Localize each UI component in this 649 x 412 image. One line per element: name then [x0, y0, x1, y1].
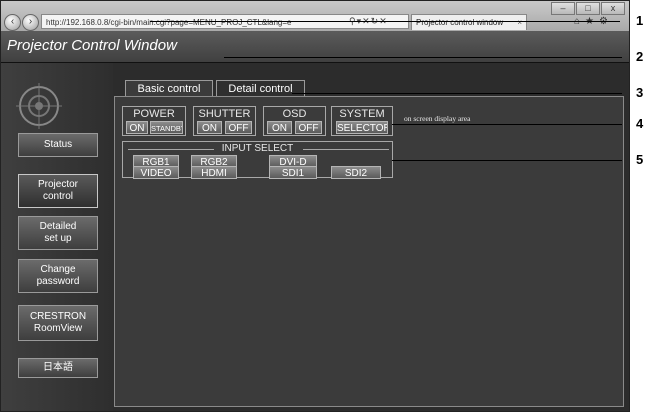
- tab-label: Basic control: [137, 83, 201, 95]
- sidebar-item-crestron-roomview[interactable]: CRESTRON RoomView: [18, 305, 98, 341]
- sidebar-item-detailed-set-up[interactable]: Detailed set up: [18, 216, 98, 250]
- sidebar-item-label: Detailed set up: [39, 221, 77, 244]
- callout-number-2: 2: [636, 49, 644, 64]
- callout-number-4: 4: [636, 116, 644, 131]
- input-hdmi-button[interactable]: HDMI: [191, 166, 237, 179]
- callout-number-1: 1: [636, 13, 644, 28]
- shutter-off-button[interactable]: OFF: [225, 121, 252, 134]
- browser-chrome: – □ x ‹ › http://192.168.0.8/cgi-bin/mai…: [1, 1, 629, 31]
- tab-label: Detail control: [228, 83, 293, 95]
- system-selector-button[interactable]: SELECTOR: [336, 121, 388, 134]
- system-label: SYSTEM: [339, 108, 385, 120]
- sidebar-item-label: Projector control: [37, 179, 78, 202]
- control-panel: POWER ON STANDBY SHUTTER ON OFF OSD ON O…: [114, 96, 624, 407]
- power-group: POWER ON STANDBY: [122, 106, 186, 136]
- sidebar-item-label: CRESTRON RoomView: [29, 311, 87, 334]
- callout-number-3: 3: [636, 85, 644, 100]
- tab-close-icon[interactable]: ×: [517, 15, 522, 31]
- projector-logo-icon: [16, 83, 62, 129]
- callout-number-5: 5: [636, 152, 644, 167]
- sidebar: Status Projector control Detailed set up…: [1, 63, 113, 411]
- tab-basic-control[interactable]: Basic control: [125, 80, 213, 96]
- sidebar-item-change-password[interactable]: Change password: [18, 259, 98, 293]
- sidebar-item-label: Change password: [36, 264, 80, 287]
- osd-display-area: on screen display area: [404, 114, 471, 123]
- forward-icon[interactable]: ›: [22, 14, 39, 31]
- input-video-button[interactable]: VIDEO: [133, 166, 179, 179]
- input-select-rule-right: [303, 149, 389, 150]
- input-sdi1-button[interactable]: SDI1: [269, 166, 317, 179]
- sidebar-item-label: Status: [43, 139, 73, 150]
- power-on-button[interactable]: ON: [126, 121, 148, 134]
- url-text: http://192.168.0.8/cgi-bin/main.cgi?page…: [46, 18, 292, 27]
- callout-line-1: [150, 21, 620, 22]
- shutter-on-button[interactable]: ON: [197, 121, 222, 134]
- callout-line-2: [224, 57, 622, 58]
- power-label: POWER: [133, 108, 175, 120]
- main-area: Basic control Detail control POWER ON ST…: [113, 63, 629, 411]
- sidebar-item-label: 日本語: [43, 362, 73, 373]
- callout-line-4: [392, 124, 622, 125]
- osd-on-button[interactable]: ON: [267, 121, 292, 134]
- shutter-group: SHUTTER ON OFF: [193, 106, 256, 136]
- sidebar-item-projector-control[interactable]: Projector control: [18, 174, 98, 208]
- browser-window: – □ x ‹ › http://192.168.0.8/cgi-bin/mai…: [0, 0, 630, 412]
- osd-label: OSD: [282, 108, 307, 120]
- callout-line-3: [292, 93, 622, 94]
- sidebar-item-japanese[interactable]: 日本語: [18, 358, 98, 378]
- back-icon[interactable]: ‹: [4, 14, 21, 31]
- tab-title: Projector control window: [416, 18, 504, 27]
- sidebar-item-status[interactable]: Status: [18, 133, 98, 157]
- input-select-group: INPUT SELECT RGB1 RGB2 DVI-D VIDEO HDMI …: [122, 141, 393, 179]
- app-title: Projector Control Window: [7, 37, 177, 54]
- input-sdi2-button[interactable]: SDI2: [331, 166, 381, 179]
- osd-off-button[interactable]: OFF: [295, 121, 322, 134]
- minimize-button[interactable]: –: [551, 2, 575, 15]
- system-group: SYSTEM SELECTOR: [331, 106, 393, 136]
- shutter-label: SHUTTER: [198, 108, 251, 120]
- browser-tab[interactable]: Projector control window ×: [411, 14, 527, 30]
- nav-buttons: ‹ ›: [4, 14, 39, 31]
- osd-group: OSD ON OFF: [263, 106, 326, 136]
- callout-line-5: [392, 160, 622, 161]
- app-header: Projector Control Window: [1, 31, 629, 63]
- power-standby-button[interactable]: STANDBY: [150, 121, 183, 134]
